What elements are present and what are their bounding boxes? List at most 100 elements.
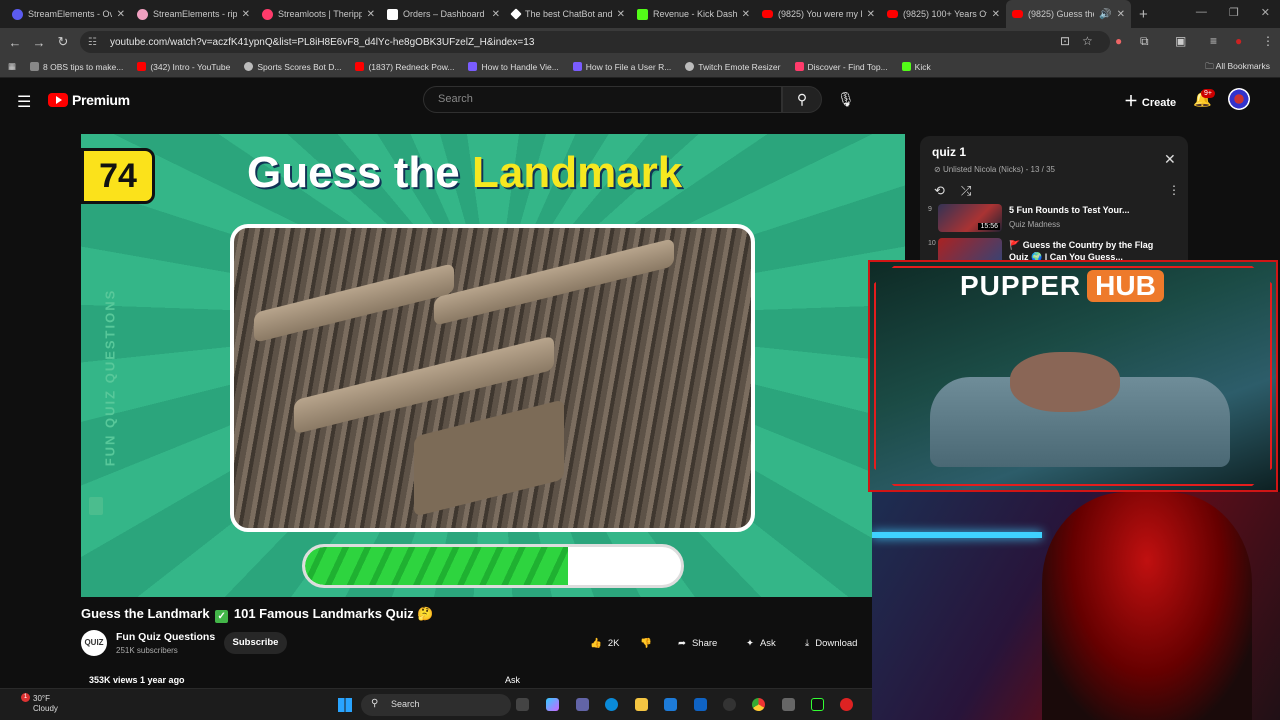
taskbar-search[interactable]: ⚲ Search — [361, 694, 511, 716]
search-button[interactable]: ⚲ — [782, 86, 822, 113]
browser-tab[interactable]: The best ChatBot and ✕ — [506, 0, 631, 28]
menu-dots-icon[interactable]: ⋮ — [1262, 34, 1274, 48]
weather-badge: 1 — [21, 693, 30, 702]
reload-icon[interactable]: ↻ — [51, 34, 75, 50]
browser-tab[interactable]: Revenue - Kick Dashb ✕ — [631, 0, 756, 28]
url-field[interactable]: ☷ youtube.com/watch?v=aczfK41ypnQ&list=P… — [80, 31, 1110, 53]
close-icon[interactable]: ✕ — [1117, 9, 1125, 20]
unlisted-icon: ⊘ — [934, 165, 943, 174]
bookmark-item[interactable]: How to Handle Vie... — [468, 62, 559, 72]
avatar[interactable] — [1228, 88, 1250, 110]
windows-start-icon[interactable] — [338, 698, 352, 712]
bookmark-favicon-icon — [901, 62, 911, 71]
youtube-logo[interactable]: Premium — [48, 92, 130, 108]
window-close-icon[interactable]: ✕ — [1261, 6, 1270, 19]
close-icon[interactable]: ✕ — [617, 9, 625, 20]
create-button[interactable]: ＋ Create — [1124, 91, 1176, 111]
site-info-icon[interactable]: ☷ — [88, 37, 100, 48]
bookmark-item[interactable]: Discover - Find Top... — [794, 62, 888, 72]
close-icon[interactable]: ✕ — [367, 9, 375, 20]
profile-icon[interactable]: ● — [1235, 34, 1242, 48]
address-bar-row: ← → ↻ ☷ youtube.com/watch?v=aczfK41ypnQ&… — [0, 28, 1280, 56]
more-options-icon[interactable]: ⋮ — [1168, 183, 1180, 197]
file-explorer-icon[interactable] — [635, 698, 648, 711]
search-input[interactable]: Search — [423, 86, 782, 113]
bookmark-item[interactable]: 8 OBS tips to make... — [30, 62, 123, 72]
minimize-icon[interactable]: — — [1196, 6, 1207, 19]
forward-icon[interactable]: → — [27, 35, 51, 50]
media-icon[interactable]: ≡ — [1210, 34, 1217, 48]
shuffle-icon[interactable]: ⤮ — [961, 183, 971, 199]
maximize-icon[interactable]: ❐ — [1229, 6, 1239, 19]
brand-banner: PUPPER HUB — [960, 270, 1164, 302]
close-icon[interactable]: ✕ — [742, 9, 750, 20]
ask-button[interactable]: ✦ Ask — [746, 634, 776, 652]
tab-favicon-icon — [12, 8, 23, 20]
folder-icon: 🗀 — [1205, 61, 1216, 71]
store-icon[interactable] — [664, 698, 677, 711]
teams-icon[interactable] — [576, 698, 589, 711]
subscribe-button[interactable]: Subscribe — [224, 632, 287, 654]
playlist-title[interactable]: quiz 1 — [932, 145, 966, 159]
download-icon: ⤓ — [805, 637, 810, 649]
bookmarks-bar: ▦ 8 OBS tips to make... (342) Intro - Yo… — [0, 56, 1280, 78]
share-button[interactable]: ➦ Share — [678, 634, 717, 652]
bookmark-item[interactable]: Twitch Emote Resizer — [685, 62, 781, 72]
like-button[interactable]: 👍 2K — [590, 634, 619, 652]
channel-avatar[interactable]: QUIZ — [81, 630, 107, 656]
speaker-icon[interactable]: 🔊 — [1099, 9, 1111, 20]
bookmark-item[interactable]: Sports Scores Bot D... — [244, 62, 341, 72]
sidepanel-icon[interactable]: ▣ — [1175, 34, 1186, 48]
playlist-item[interactable]: 9 15:56 5 Fun Rounds to Test Your... Qui… — [928, 204, 1178, 236]
copilot-icon[interactable] — [546, 698, 559, 711]
close-icon[interactable]: ✕ — [867, 9, 875, 20]
windows-taskbar: 1 30°F Cloudy ⚲ Search — [0, 688, 872, 720]
dislike-button[interactable]: 👎 — [640, 634, 652, 652]
edge-icon[interactable] — [605, 698, 618, 711]
apps-icon[interactable]: ▦ — [8, 61, 16, 72]
timer-progress-bar — [302, 544, 684, 588]
loop-icon[interactable]: ⟲ — [934, 183, 945, 199]
browser-tab[interactable]: (9825) 100+ Years Of ✕ — [881, 0, 1006, 28]
youtube-header: ☰ Premium Search ⚲ 🎙 ＋ Create 🔔 9+ — [0, 80, 1280, 120]
bookmark-star-icon[interactable]: ☆ — [1082, 34, 1093, 48]
microphone-icon[interactable]: 🎙 — [837, 91, 855, 108]
weather-widget[interactable]: 30°F Cloudy — [33, 694, 58, 714]
browser-tab[interactable]: StreamElements - Ov ✕ — [6, 0, 131, 28]
puzzle-icon[interactable]: ⧉ — [1140, 34, 1149, 49]
browser-tab[interactable]: Orders – Dashboard ✕ — [381, 0, 506, 28]
browser-tab-active[interactable]: (9825) Guess the L🔊✕ — [1006, 0, 1131, 28]
bookmark-item[interactable]: Kick — [901, 62, 931, 72]
task-view-icon[interactable] — [516, 698, 529, 711]
browser-tab[interactable]: Streamloots | Theripp ✕ — [256, 0, 381, 28]
bookmark-item[interactable]: (342) Intro - YouTube — [137, 62, 230, 72]
bookmark-item[interactable]: How to File a User R... — [572, 62, 671, 72]
close-icon[interactable]: ✕ — [492, 9, 500, 20]
new-tab-icon[interactable]: + — [1139, 6, 1148, 23]
close-icon[interactable]: ✕ — [117, 9, 125, 20]
bookmark-item[interactable]: (1837) Redneck Pow... — [355, 62, 454, 72]
hamburger-menu-icon[interactable]: ☰ — [17, 92, 31, 112]
tab-favicon-icon — [262, 8, 273, 20]
notification-badge: 9+ — [1201, 89, 1215, 98]
app-icon[interactable] — [782, 698, 795, 711]
bookmark-favicon-icon — [30, 62, 40, 71]
browser-tab[interactable]: StreamElements - rip ✕ — [131, 0, 256, 28]
close-icon[interactable]: ✕ — [1164, 151, 1176, 168]
terminal-icon[interactable] — [811, 698, 824, 711]
install-icon[interactable]: ⊡ — [1060, 34, 1070, 48]
all-bookmarks-button[interactable]: 🗀 All Bookmarks — [1205, 61, 1270, 75]
extension-icon[interactable]: ● — [1115, 34, 1122, 48]
chrome-icon[interactable] — [752, 698, 765, 711]
ask-chip[interactable]: Ask — [505, 675, 520, 685]
channel-name[interactable]: Fun Quiz Questions — [116, 631, 215, 643]
close-icon[interactable]: ✕ — [242, 9, 250, 20]
obs-icon[interactable] — [723, 698, 736, 711]
app-icon[interactable] — [840, 698, 853, 711]
browser-tab[interactable]: (9825) You were my li ✕ — [756, 0, 881, 28]
back-icon[interactable]: ← — [3, 35, 27, 50]
video-player[interactable]: 74 Guess the Landmark FUN QUIZ QUESTIONS — [81, 134, 905, 597]
outlook-icon[interactable] — [694, 698, 707, 711]
close-icon[interactable]: ✕ — [992, 9, 1000, 20]
download-button[interactable]: ⤓ Download — [805, 634, 857, 652]
